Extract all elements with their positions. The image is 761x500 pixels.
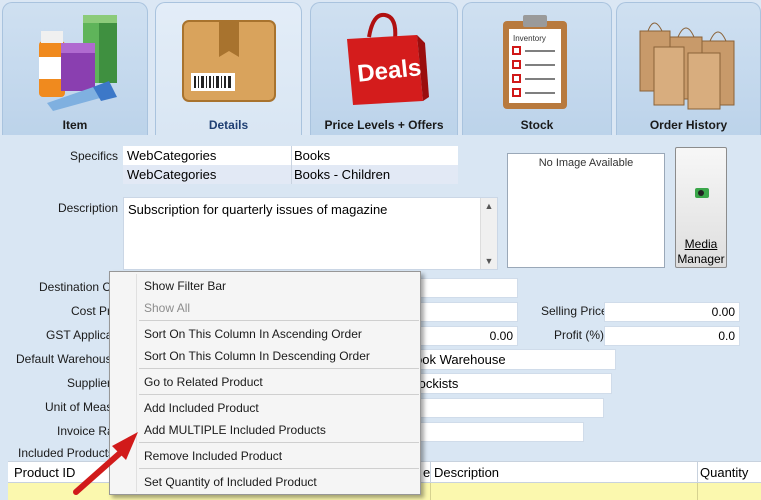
tab-price-levels-offers[interactable]: Deals Price Levels + Offers [310, 2, 458, 135]
package-icon [181, 17, 277, 107]
description-textarea[interactable]: Subscription for quarterly issues of mag… [123, 197, 498, 270]
selling-price-field[interactable]: 0.00 [604, 302, 740, 322]
tab-order-history-label: Order History [649, 118, 728, 132]
camera-icon [695, 188, 709, 198]
profit-field[interactable]: 0.0 [604, 326, 740, 346]
included-products-label: Included Products [18, 446, 115, 460]
specifics-key: WebCategories [127, 148, 217, 163]
menu-item-add-multiple-included-products[interactable]: Add MULTIPLE Included Products [144, 423, 326, 437]
tab-stock-label: Stock [520, 118, 554, 132]
gst-field[interactable]: 0.00 [410, 326, 518, 346]
tab-stock[interactable]: Inventory Stock [462, 2, 612, 135]
shopping-bags-icon [634, 11, 744, 111]
tab-order-history[interactable]: Order History [616, 2, 761, 135]
column-divider [430, 483, 431, 500]
invoice-field[interactable] [410, 422, 584, 442]
description-label: Description [57, 201, 118, 215]
menu-item-set-quantity[interactable]: Set Quantity of Included Product [144, 475, 317, 489]
menu-separator [139, 468, 419, 469]
menu-separator [139, 442, 419, 443]
inventory-clipboard-icon: Inventory [497, 13, 577, 113]
menu-item-add-included-product[interactable]: Add Included Product [144, 401, 259, 415]
warehouse-field[interactable]: ook Warehouse [410, 349, 616, 370]
context-menu: Show Filter Bar Show All Sort On This Co… [109, 271, 421, 495]
menu-separator [139, 368, 419, 369]
media-manager-label: Media Manager [676, 237, 726, 267]
no-image-text: No Image Available [538, 157, 634, 169]
selling-price-value: 0.00 [711, 305, 735, 319]
tab-details-label: Details [208, 118, 249, 132]
menu-item-go-to-related-product[interactable]: Go to Related Product [144, 375, 263, 389]
profit-label: Profit (%) [554, 328, 605, 342]
svg-text:Inventory: Inventory [513, 34, 546, 43]
menu-item-remove-included-product[interactable]: Remove Included Product [144, 449, 282, 463]
warehouse-label: Default Warehouse [16, 352, 119, 366]
menu-item-show-filter-bar[interactable]: Show Filter Bar [144, 279, 226, 293]
column-header-description[interactable]: Description [434, 465, 499, 480]
column-divider [291, 146, 292, 184]
media-manager-line1: Media [684, 237, 718, 251]
invoice-label: Invoice Ra [57, 424, 114, 438]
tab-bar: Item Details Deals Price Levels + Offers… [0, 0, 761, 135]
description-text: Subscription for quarterly issues of mag… [128, 202, 388, 217]
tab-item[interactable]: Item [2, 2, 148, 135]
supplier-label: Supplier [67, 376, 112, 390]
column-divider [697, 462, 698, 483]
selling-price-label: Selling Price [541, 304, 608, 318]
cost-label: Cost Pri [71, 304, 114, 318]
supplier-field[interactable]: tockists [410, 373, 612, 394]
scroll-down-icon[interactable]: ▼ [481, 256, 497, 266]
profit-value: 0.0 [718, 329, 735, 343]
menu-gutter [136, 274, 137, 492]
deals-bag-icon: Deals [339, 9, 429, 109]
menu-item-show-all: Show All [144, 301, 191, 315]
description-scrollbar[interactable]: ▲ ▼ [480, 198, 497, 269]
specifics-label: Specifics [69, 149, 118, 163]
column-header-quantity[interactable]: Quantity [700, 465, 748, 480]
menu-item-sort-descending[interactable]: Sort On This Column In Descending Order [144, 349, 370, 363]
menu-separator [139, 394, 419, 395]
product-image-box[interactable]: No Image Available [507, 153, 665, 268]
menu-item-sort-ascending[interactable]: Sort On This Column In Ascending Order [144, 327, 362, 341]
column-header-product-id[interactable]: Product ID [14, 465, 75, 480]
cost-field[interactable] [410, 302, 518, 322]
media-manager-button[interactable]: Media Manager [675, 147, 727, 268]
column-divider [697, 483, 698, 500]
destination-field[interactable] [410, 278, 518, 298]
scroll-up-icon[interactable]: ▲ [481, 201, 497, 211]
media-manager-line2: Manager [677, 252, 725, 266]
tab-details[interactable]: Details [155, 2, 302, 135]
specifics-table[interactable]: WebCategories Books WebCategories Books … [123, 146, 458, 184]
tab-item-label: Item [62, 118, 88, 132]
destination-label: Destination Co [39, 280, 118, 294]
menu-separator [139, 320, 419, 321]
specifics-value: Books [294, 148, 331, 163]
gst-value: 0.00 [489, 329, 513, 343]
column-divider [430, 462, 431, 483]
tab-price-levels-label: Price Levels + Offers [324, 118, 444, 132]
specifics-key: WebCategories [127, 167, 217, 182]
warehouse-value: ook Warehouse [415, 352, 506, 367]
unit-of-measure-field[interactable] [410, 398, 604, 418]
supplier-value: tockists [415, 376, 459, 391]
unit-of-measure-label: Unit of Measu [45, 400, 120, 414]
specifics-value: Books - Children [294, 167, 391, 182]
products-icon [27, 13, 123, 113]
